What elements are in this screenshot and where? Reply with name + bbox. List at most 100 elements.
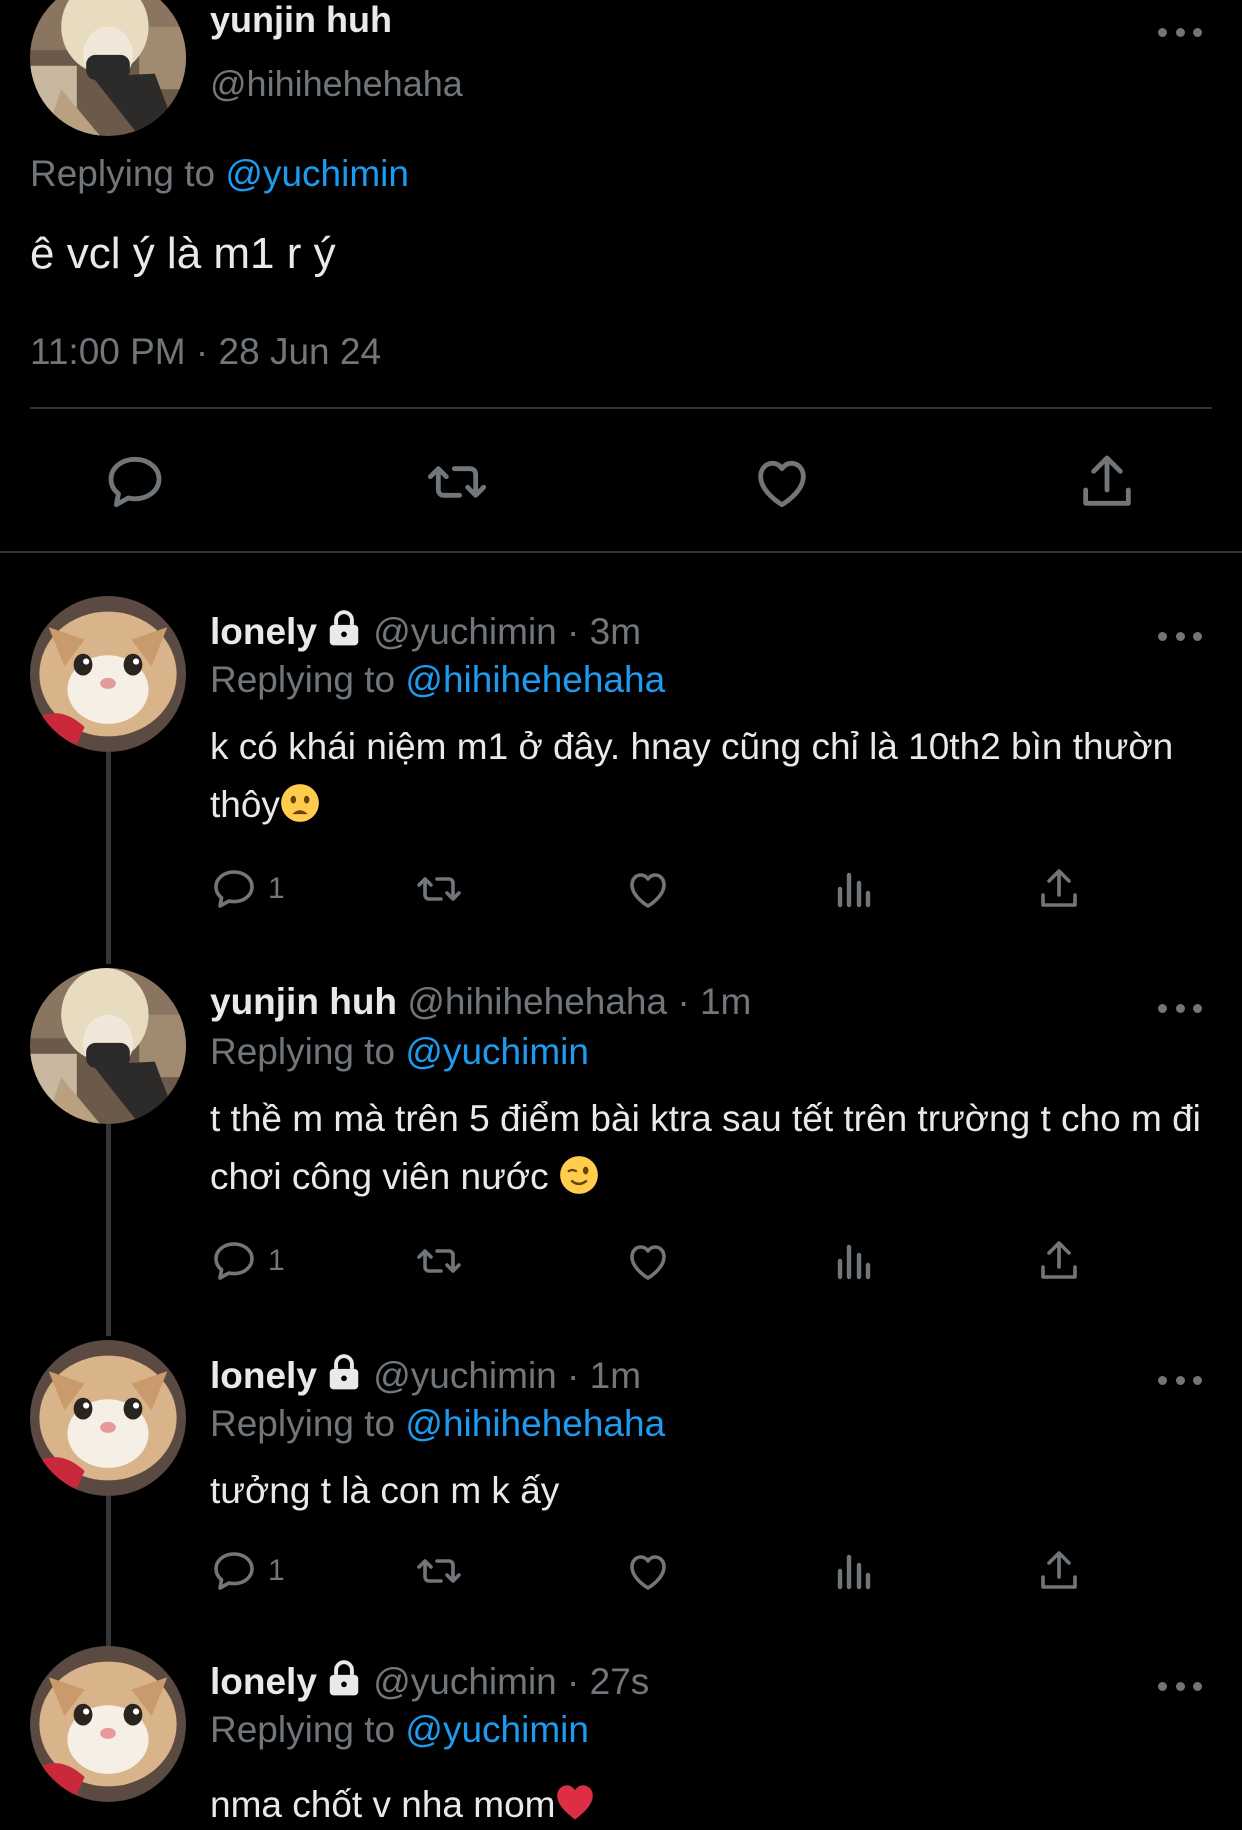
reply-count: 1 [268,872,285,905]
tweet-text-content: nma chốt v nha mom [210,1784,556,1825]
avatar[interactable] [30,596,186,752]
post-time[interactable]: · 1m [557,1355,641,1396]
avatar[interactable] [30,1340,186,1496]
winking-face-emoji [560,1156,598,1194]
reply-actions: 1 [210,864,1110,914]
reply-actions: 1 [210,1236,1110,1286]
replying-to-label: Replying to [30,153,226,194]
retweet-icon[interactable] [415,1546,463,1596]
reply-button[interactable]: 1 [210,864,285,914]
post-time[interactable]: · 3m [557,611,641,652]
cat-avatar-image [30,1340,186,1496]
tweet-text: nma chốt v nha mom [210,1776,1210,1830]
cat-avatar-image [30,1646,186,1802]
author-name[interactable]: yunjin huh [210,981,397,1022]
author-name[interactable]: lonely [210,611,317,652]
tweet-actions [0,450,1242,514]
cat-avatar-image [30,596,186,752]
replying-to: Replying to @yuchimin [30,152,409,196]
more-options-icon[interactable] [1158,1370,1202,1390]
replying-to-label: Replying to [210,1031,406,1072]
reply-count: 1 [268,1554,285,1587]
lock-icon [329,1354,359,1390]
red-heart-emoji [557,1785,594,1820]
replying-to-mention[interactable]: @hihihehehaha [405,659,665,700]
person-avatar-image [30,0,186,136]
reply-icon[interactable] [103,450,167,514]
lock-icon [329,1660,359,1696]
author-name[interactable]: yunjin huh [210,0,392,40]
like-icon[interactable] [624,1546,672,1596]
more-options-icon[interactable] [1158,626,1202,646]
replying-to-mention[interactable]: @yuchimin [405,1709,589,1750]
frowning-face-emoji [281,784,319,822]
share-icon[interactable] [1035,864,1083,914]
avatar[interactable] [30,968,186,1124]
replying-to-label: Replying to [210,1403,406,1444]
retweet-icon[interactable] [425,450,489,514]
author-handle[interactable]: @yuchimin [373,1355,557,1396]
tweet-text: t thề m mà trên 5 điểm bài ktra sau tết … [210,1090,1210,1206]
reply-button[interactable]: 1 [210,1236,285,1286]
reply-header: lonely @yuchimin · 27s [210,1658,649,1704]
more-options-icon[interactable] [1158,22,1202,42]
divider [0,551,1242,553]
replying-to-mention[interactable]: @hihihehehaha [405,1403,665,1444]
replying-to: Replying to @yuchimin [210,1708,589,1752]
lock-icon [329,610,359,646]
divider [30,407,1212,409]
reply-actions: 1 [210,1546,1110,1596]
reply-icon [214,1242,254,1280]
tweet-text-content: t thề m mà trên 5 điểm bài ktra sau tết … [210,1098,1201,1197]
avatar[interactable] [30,0,186,136]
like-icon[interactable] [624,864,672,914]
tweet-text-content: tưởng t là con m k ấy [210,1470,560,1511]
main-tweet: yunjin huh @hihihehehaha Replying to @yu… [0,0,1242,553]
avatar[interactable] [30,1646,186,1802]
post-time[interactable]: · 1m [667,981,751,1022]
more-options-icon[interactable] [1158,1676,1202,1696]
reply-count: 1 [268,1244,285,1277]
person-avatar-image [30,968,186,1124]
like-icon[interactable] [624,1236,672,1286]
tweet-text: tưởng t là con m k ấy [210,1462,1210,1520]
replying-to: Replying to @hihihehehaha [210,1402,665,1446]
tweet-text-content: k có khái niệm m1 ở đây. hnay cũng chỉ l… [210,726,1174,825]
reply-header: lonely @yuchimin · 3m [210,608,641,654]
share-icon[interactable] [1035,1236,1083,1286]
reply-tweet[interactable]: lonely @yuchimin · 1m Replying to @hihih… [0,1340,1242,1650]
more-options-icon[interactable] [1158,998,1202,1018]
reply-icon [214,870,254,908]
reply-button[interactable]: 1 [210,1546,285,1596]
reply-tweet[interactable]: yunjin huh @hihihehehaha · 1m Replying t… [0,968,1242,1340]
retweet-icon[interactable] [415,864,463,914]
author-handle[interactable]: @yuchimin [373,611,557,652]
replying-to: Replying to @hihihehehaha [210,658,665,702]
retweet-icon[interactable] [415,1236,463,1286]
reply-tweet[interactable]: lonely @yuchimin · 27s Replying to @yuch… [0,1646,1242,1830]
reply-header: lonely @yuchimin · 1m [210,1352,641,1398]
share-icon[interactable] [1035,1546,1083,1596]
analytics-icon[interactable] [830,1236,878,1286]
reply-icon [214,1552,254,1590]
tweet-text: ê vcl ý là m1 r ý [30,229,336,278]
author-handle[interactable]: @yuchimin [373,1661,557,1702]
reply-tweet[interactable]: lonely @yuchimin · 3m Replying to @hihih… [0,596,1242,968]
post-time[interactable]: · 27s [557,1661,649,1702]
author-name[interactable]: lonely [210,1355,317,1396]
replying-to-label: Replying to [210,659,406,700]
reply-header: yunjin huh @hihihehehaha · 1m [210,980,751,1024]
analytics-icon[interactable] [830,1546,878,1596]
like-icon[interactable] [750,450,814,514]
author-name[interactable]: lonely [210,1661,317,1702]
tweet-text: k có khái niệm m1 ở đây. hnay cũng chỉ l… [210,718,1210,834]
replying-to: Replying to @yuchimin [210,1030,589,1074]
author-handle[interactable]: @hihihehehaha [210,64,463,104]
analytics-icon[interactable] [830,864,878,914]
replying-to-label: Replying to [210,1709,406,1750]
replying-to-mention[interactable]: @yuchimin [225,153,409,194]
share-icon[interactable] [1075,450,1139,514]
tweet-timestamp[interactable]: 11:00 PM · 28 Jun 24 [30,330,381,374]
replying-to-mention[interactable]: @yuchimin [405,1031,589,1072]
author-handle[interactable]: @hihihehehaha [407,981,667,1022]
